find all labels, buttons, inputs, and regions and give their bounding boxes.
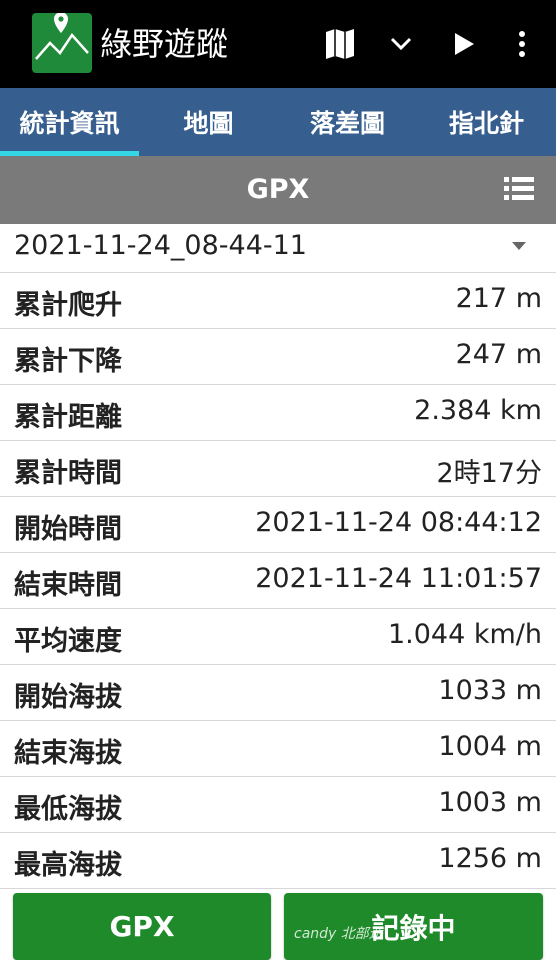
stat-label: 累計距離 xyxy=(14,402,122,433)
more-vert-icon[interactable] xyxy=(502,24,542,64)
stat-row-start-elevation: 開始海拔 1033 m xyxy=(0,665,556,721)
dropdown-arrow-icon xyxy=(512,242,526,250)
stat-label: 開始海拔 xyxy=(14,682,122,713)
stat-value: 1256 m xyxy=(438,843,542,874)
stat-row-start-time: 開始時間 2021-11-24 08:44:12 xyxy=(0,497,556,553)
stat-label: 開始時間 xyxy=(14,514,122,545)
stat-row-ascent: 累計爬升 217 m xyxy=(0,273,556,329)
stats-list: 累計爬升 217 m 累計下降 247 m 累計距離 2.384 km 累計時間… xyxy=(0,273,556,889)
stat-label: 平均速度 xyxy=(14,626,122,657)
watermark: candy 北部遊 xyxy=(294,926,383,942)
stat-row-distance: 累計距離 2.384 km xyxy=(0,385,556,441)
track-selector[interactable]: 2021-11-24_08-44-11 xyxy=(0,224,556,273)
stat-value: 247 m xyxy=(455,339,542,370)
stat-row-end-elevation: 結束海拔 1004 m xyxy=(0,721,556,777)
track-name: 2021-11-24_08-44-11 xyxy=(14,230,307,261)
tab-elevation-profile[interactable]: 落差圖 xyxy=(278,88,417,156)
stat-value: 2時17分 xyxy=(436,458,542,489)
tab-compass[interactable]: 指北針 xyxy=(417,88,556,156)
gpx-button[interactable]: GPX xyxy=(13,893,271,960)
stat-label: 累計下降 xyxy=(14,346,122,377)
tab-map[interactable]: 地圖 xyxy=(139,88,278,156)
recording-button-label: 記錄中 xyxy=(371,911,456,945)
stat-row-end-time: 結束時間 2021-11-24 11:01:57 xyxy=(0,553,556,609)
stat-label: 最低海拔 xyxy=(14,794,122,825)
tab-label: 地圖 xyxy=(183,109,234,138)
stat-label: 最高海拔 xyxy=(14,850,122,881)
map-icon[interactable] xyxy=(320,24,360,64)
stat-label: 結束時間 xyxy=(14,570,122,601)
stat-row-avg-speed: 平均速度 1.044 km/h xyxy=(0,609,556,665)
stat-value: 2021-11-24 08:44:12 xyxy=(255,507,542,538)
app-logo-icon xyxy=(32,12,92,73)
stat-value: 1033 m xyxy=(438,675,542,706)
play-icon[interactable] xyxy=(444,24,484,64)
stat-row-descent: 累計下降 247 m xyxy=(0,329,556,385)
stat-value: 1004 m xyxy=(438,731,542,762)
tab-statistics[interactable]: 統計資訊 xyxy=(0,88,139,156)
list-icon[interactable] xyxy=(504,176,534,202)
chevron-down-icon[interactable] xyxy=(381,24,421,64)
stat-label: 累計爬升 xyxy=(14,290,122,321)
section-title: GPX xyxy=(246,174,310,205)
stat-value: 1.044 km/h xyxy=(387,619,542,650)
recording-button[interactable]: 記錄中 candy 北部遊 xyxy=(284,893,543,960)
stat-value: 1003 m xyxy=(438,787,542,818)
stat-value: 2021-11-24 11:01:57 xyxy=(255,563,542,594)
tab-bar: 統計資訊 地圖 落差圖 指北針 xyxy=(0,88,556,156)
stat-row-duration: 累計時間 2時17分 xyxy=(0,441,556,497)
stat-row-max-elevation: 最高海拔 1256 m xyxy=(0,833,556,889)
tab-label: 落差圖 xyxy=(309,109,385,138)
stat-label: 結束海拔 xyxy=(14,738,122,769)
stat-label: 累計時間 xyxy=(14,458,122,489)
tab-label: 統計資訊 xyxy=(19,109,120,138)
app-bar: 綠野遊蹤 xyxy=(0,0,556,88)
section-header: GPX xyxy=(0,156,556,224)
gpx-button-label: GPX xyxy=(109,910,175,943)
app-title: 綠野遊蹤 xyxy=(100,25,229,63)
stat-value: 217 m xyxy=(455,283,542,314)
stat-value: 2.384 km xyxy=(414,395,542,426)
stat-row-min-elevation: 最低海拔 1003 m xyxy=(0,777,556,833)
tab-label: 指北針 xyxy=(448,109,524,138)
